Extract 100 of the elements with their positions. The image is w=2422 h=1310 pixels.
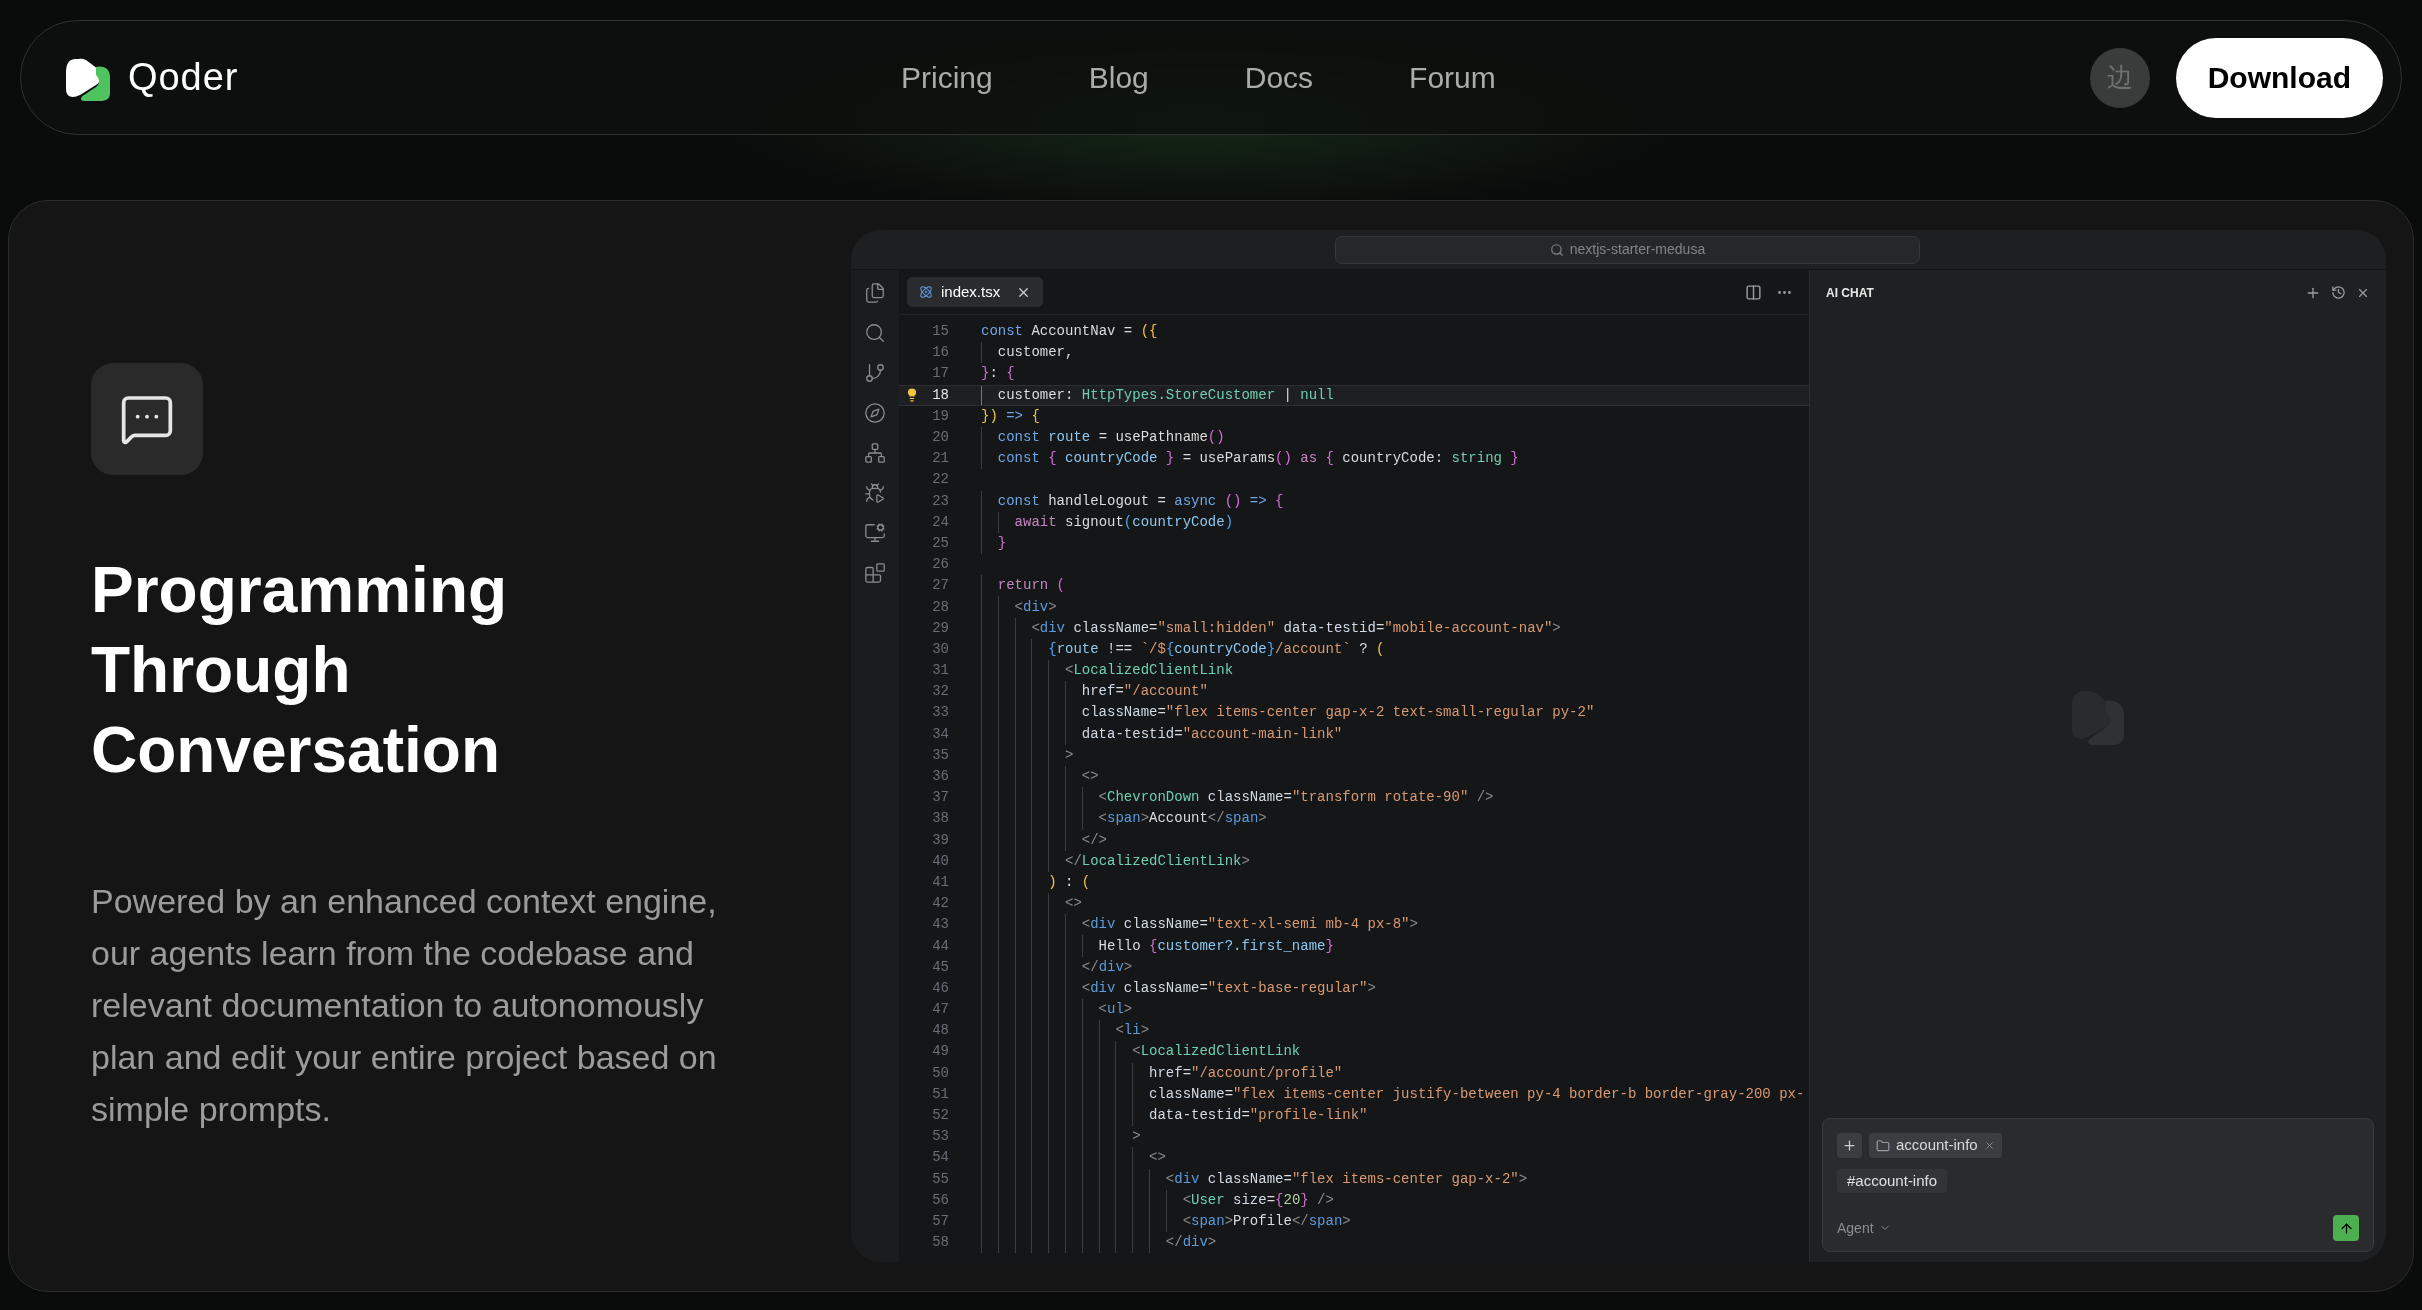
- send-button[interactable]: [2333, 1215, 2359, 1241]
- editor-tab[interactable]: index.tsx: [907, 277, 1044, 307]
- line-number: 34: [931, 724, 949, 744]
- nav-link[interactable]: Forum: [1409, 55, 1496, 100]
- code-line: </LocalizedClientLink>: [1064, 851, 1250, 871]
- line-number: 50: [931, 1063, 949, 1083]
- nav-link[interactable]: Pricing: [901, 55, 993, 100]
- code-line: <div className="text-xl-semi mb-4 px-8">: [1080, 915, 1418, 935]
- line-number: 48: [931, 1021, 949, 1041]
- nav-link[interactable]: Blog: [1088, 55, 1149, 100]
- code-line: href="/account/profile": [1148, 1063, 1343, 1083]
- code-line: <div>: [1013, 597, 1057, 617]
- split-editor-icon[interactable]: [1745, 283, 1762, 301]
- chat-input[interactable]: account-info #account-info Agent: [1822, 1118, 2374, 1252]
- nodes-icon[interactable]: [864, 442, 886, 464]
- code-line: </>: [1080, 830, 1108, 850]
- code-line: customer,: [996, 343, 1074, 363]
- line-number: 44: [931, 936, 949, 956]
- react-icon: [919, 285, 933, 299]
- code-line: href="/account": [1080, 682, 1208, 702]
- code-line: </div>: [1164, 1233, 1217, 1253]
- remove-icon[interactable]: [1983, 1140, 1995, 1151]
- line-number: 41: [931, 872, 949, 892]
- mode-dropdown[interactable]: Agent: [1837, 1217, 1891, 1239]
- line-number: 51: [931, 1084, 949, 1104]
- code-line: return (: [996, 576, 1066, 596]
- branch-icon[interactable]: [864, 362, 886, 384]
- code-line: const handleLogout = async () => {: [996, 491, 1284, 511]
- context-chip[interactable]: account-info: [1869, 1133, 2002, 1158]
- line-number: 15: [931, 322, 949, 342]
- line-number: 32: [931, 682, 949, 702]
- code-line: <li>: [1114, 1021, 1150, 1041]
- line-number: 40: [931, 851, 949, 871]
- code-line: Hello {customer?.first_name}: [1097, 936, 1334, 956]
- line-number: 28: [931, 597, 949, 617]
- code-line: }) => {: [981, 406, 1040, 426]
- line-number: 20: [931, 428, 949, 448]
- line-number: 57: [931, 1211, 949, 1231]
- history-icon[interactable]: [2331, 285, 2346, 300]
- code-line: <ul>: [1097, 1000, 1133, 1020]
- code-line: <ChevronDown className="transform rotate-90" />: [1097, 788, 1494, 808]
- nav-link[interactable]: Docs: [1244, 55, 1314, 100]
- code-line: <span>Profile</span>: [1181, 1211, 1351, 1231]
- line-number: 53: [931, 1127, 949, 1147]
- files-icon[interactable]: [864, 282, 886, 304]
- line-number: 58: [931, 1233, 949, 1253]
- code-line: data-testid="account-main-link": [1080, 724, 1343, 744]
- line-number: 45: [931, 957, 949, 977]
- code-line: </div>: [1080, 957, 1133, 977]
- code-line: <>: [1080, 767, 1099, 787]
- search-icon[interactable]: [864, 322, 886, 344]
- line-number: 56: [931, 1190, 949, 1210]
- code-line: const AccountNav = ({: [981, 322, 1158, 342]
- compass-icon[interactable]: [864, 402, 886, 424]
- search-field[interactable]: nextjs-starter-medusa: [1335, 235, 1920, 264]
- line-number: 31: [931, 661, 949, 681]
- line-number: 36: [931, 767, 949, 787]
- line-number: 17: [931, 364, 949, 384]
- code-line: <div className="small:hidden" data-testid="mobile-account-nav">: [1030, 618, 1561, 638]
- feature-description: Powered by an enhanced context engine, our agents learn from the codebase and relevant documentation to autonomously plan and edit your entire project based on simple prompts.: [91, 881, 718, 1130]
- line-number: 27: [931, 576, 949, 596]
- folder-icon: [1876, 1138, 1890, 1153]
- line-number: 22: [931, 470, 949, 490]
- download-button[interactable]: Download: [2175, 37, 2383, 118]
- code-line: >: [1131, 1127, 1141, 1147]
- feature-title: Programming Through Conversation: [91, 553, 509, 788]
- code-line: }: [996, 533, 1007, 553]
- code-line: className="flex items-center justify-between py-4 border-b border-gray-200 px-: [1148, 1084, 1805, 1104]
- line-number: 33: [931, 703, 949, 723]
- code-line: }: {: [981, 364, 1015, 384]
- code-line: <>: [1064, 894, 1082, 914]
- line-number: 49: [931, 1042, 949, 1062]
- bug-play-icon[interactable]: [864, 482, 886, 504]
- monitor-icon[interactable]: [864, 522, 886, 544]
- brand-name[interactable]: Qoder: [128, 49, 239, 106]
- chat-title: AI CHAT: [1826, 284, 1874, 302]
- code-line: <>: [1148, 1148, 1166, 1168]
- line-number: 29: [931, 618, 949, 638]
- line-number: 55: [931, 1169, 949, 1189]
- blocks-icon[interactable]: [864, 562, 886, 584]
- line-number: 35: [931, 745, 949, 765]
- lightbulb-icon[interactable]: [905, 388, 919, 403]
- line-number: 43: [931, 915, 949, 935]
- line-number: 52: [931, 1106, 949, 1126]
- code-line: >: [1064, 745, 1074, 765]
- line-number: 18: [931, 385, 949, 405]
- code-line: <LocalizedClientLink: [1131, 1042, 1301, 1062]
- line-number: 24: [931, 512, 949, 532]
- add-context-button[interactable]: [1837, 1133, 1862, 1158]
- line-number: 37: [931, 788, 949, 808]
- plus-icon: [1842, 1138, 1857, 1153]
- code-line: className="flex items-center gap-x-2 text-small-regular py-2": [1080, 703, 1595, 723]
- line-number: 47: [931, 1000, 949, 1020]
- line-number: 39: [931, 830, 949, 850]
- code-line: ) : (: [1047, 872, 1091, 892]
- line-number: 19: [931, 406, 949, 426]
- line-number: 46: [931, 978, 949, 998]
- search-icon: [1549, 242, 1564, 257]
- code-line: <div className="flex items-center gap-x-2">: [1164, 1169, 1528, 1189]
- line-number: 25: [931, 533, 949, 553]
